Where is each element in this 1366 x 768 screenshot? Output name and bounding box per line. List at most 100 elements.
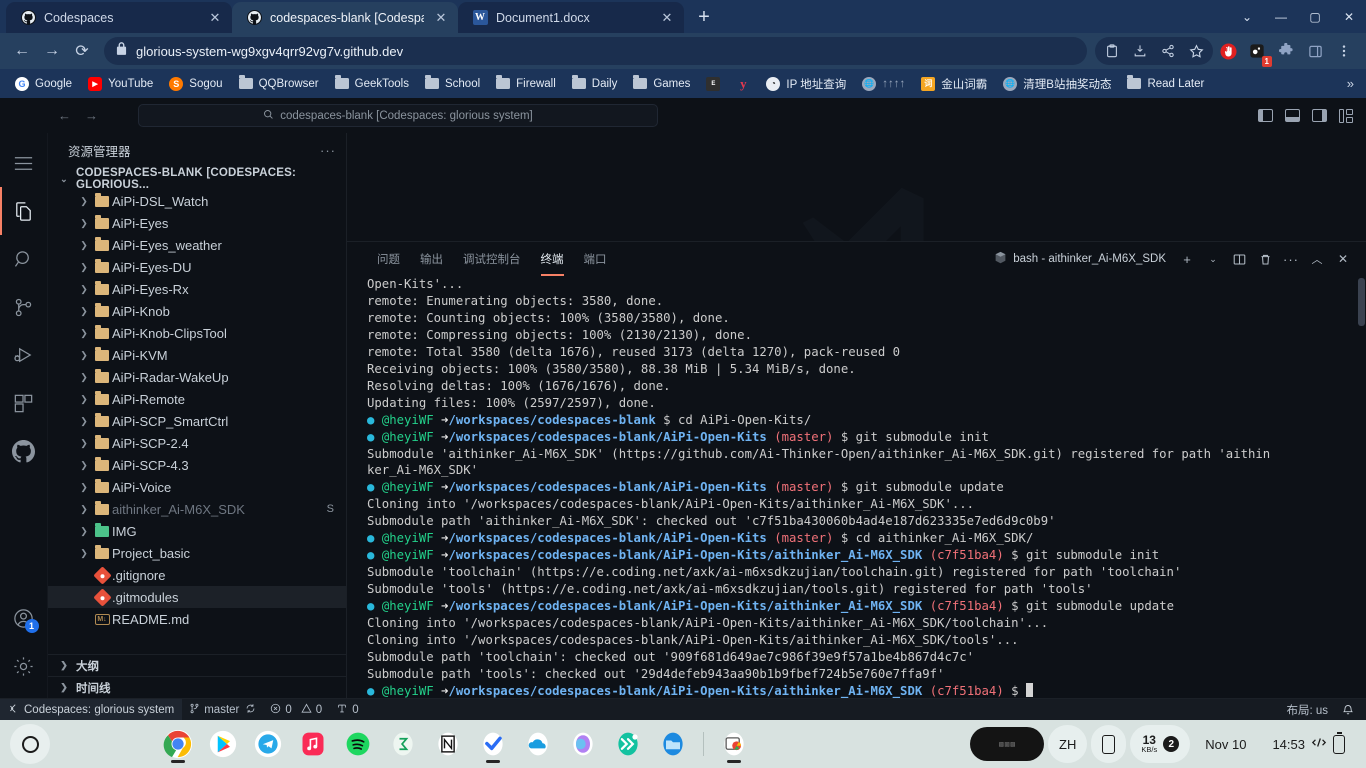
tab-output[interactable]: 输出: [410, 242, 453, 276]
bookmark-school[interactable]: School: [418, 75, 487, 93]
bookmark-read-later[interactable]: Read Later: [1120, 75, 1211, 93]
bookmark-y[interactable]: y: [729, 74, 757, 94]
menu-icon[interactable]: [0, 139, 48, 187]
bookmark-google[interactable]: G Google: [8, 74, 79, 94]
tree-row-aipi-knob[interactable]: ❯ AiPi-Knob: [48, 300, 346, 322]
tab-debug-console[interactable]: 调试控制台: [453, 242, 531, 276]
tree-row-aipi-knob-clipstool[interactable]: ❯ AiPi-Knob-ClipsTool: [48, 322, 346, 344]
new-tab-button[interactable]: +: [690, 3, 718, 31]
maximize-button[interactable]: ▢: [1298, 0, 1332, 33]
tree-row-aipi-radar-wakeup[interactable]: ❯ AiPi-Radar-WakeUp: [48, 366, 346, 388]
minimize-button[interactable]: —: [1264, 0, 1298, 33]
telegram-icon[interactable]: [248, 724, 288, 764]
search-icon[interactable]: [0, 235, 48, 283]
tree-row-img[interactable]: ❯ IMG: [48, 520, 346, 542]
close-panel-icon[interactable]: ✕: [1332, 248, 1354, 270]
tree-row-aipi-scp-43[interactable]: ❯ AiPi-SCP-4.3: [48, 454, 346, 476]
tree-row-aipi-remote[interactable]: ❯ AiPi-Remote: [48, 388, 346, 410]
sidebar-more-actions-icon[interactable]: ···: [320, 143, 336, 158]
network-icon[interactable]: [1311, 736, 1327, 752]
bookmark-sogou[interactable]: S Sogou: [162, 74, 229, 94]
status-ports[interactable]: 0: [329, 703, 365, 717]
tree-row-aithinker-sdk[interactable]: ❯ aithinker_Ai-M6X_SDK S: [48, 498, 346, 520]
close-icon[interactable]: ✕: [658, 9, 676, 27]
close-icon[interactable]: ✕: [206, 9, 224, 27]
source-control-icon[interactable]: [0, 283, 48, 331]
close-window-button[interactable]: ✕: [1332, 0, 1366, 33]
phone-link-icon[interactable]: [1091, 725, 1127, 763]
bookmark-bilibili-cleaner[interactable]: 🌐 清理B站抽奖动态: [996, 73, 1118, 95]
tab-terminal[interactable]: 终端: [531, 242, 574, 276]
chrome-apps-icon[interactable]: [714, 724, 754, 764]
settings-gear-icon[interactable]: [0, 642, 48, 690]
fast-forward-icon[interactable]: [608, 724, 648, 764]
notion-icon[interactable]: [428, 724, 468, 764]
play-store-icon[interactable]: [203, 724, 243, 764]
toggle-secondary-sidebar-icon[interactable]: [1312, 109, 1327, 122]
bookmark-geektools[interactable]: GeekTools: [328, 75, 416, 93]
start-icon[interactable]: [10, 724, 50, 764]
forward-button[interactable]: →: [38, 37, 66, 65]
bell-icon[interactable]: [1335, 704, 1366, 716]
browser-tab-document1[interactable]: W Document1.docx ✕: [458, 2, 684, 33]
network-rate-indicator[interactable]: 13 KB/s 2: [1130, 725, 1191, 763]
toggle-panel-icon[interactable]: [1285, 109, 1300, 122]
go-forward-button[interactable]: →: [85, 108, 98, 123]
back-button[interactable]: ←: [8, 37, 36, 65]
tray-widget[interactable]: ▩▩▩: [970, 727, 1045, 761]
apple-music-icon[interactable]: [293, 724, 333, 764]
tree-row-aipi-eyes[interactable]: ❯ AiPi-Eyes: [48, 212, 346, 234]
bookmark-games[interactable]: Games: [626, 75, 697, 93]
browser-menu-icon[interactable]: [1330, 37, 1358, 65]
battery-icon[interactable]: [1332, 731, 1345, 754]
file-explorer-icon[interactable]: [653, 724, 693, 764]
terminal-scrollbar[interactable]: [1356, 276, 1366, 698]
file-tree[interactable]: ❯ AiPi-DSL_Watch ❯ AiPi-Eyes ❯ AiPi-Eyes_we…: [48, 190, 346, 654]
explorer-icon[interactable]: [0, 187, 48, 235]
browser-tab-codespaces-blank[interactable]: codespaces-blank [Codespaces: ✕: [232, 2, 458, 33]
sidebar-section-timeline[interactable]: ❯ 时间线: [48, 676, 346, 698]
side-panel-icon[interactable]: [1301, 37, 1329, 65]
explorer-root-folder[interactable]: ⌄ CODESPACES-BLANK [CODESPACES: GLORIOUS…: [48, 167, 346, 191]
customize-layout-icon[interactable]: [1339, 109, 1354, 123]
spotify-icon[interactable]: [338, 724, 378, 764]
tree-row-aipi-kvm[interactable]: ❯ AiPi-KVM: [48, 344, 346, 366]
bookmark-arrows[interactable]: 🌐 ↑↑↑↑: [855, 74, 912, 94]
active-terminal-name[interactable]: bash - aithinker_Ai-M6X_SDK: [994, 251, 1172, 267]
address-bar[interactable]: glorious-system-wg9xgv4qrr92vg7v.github.…: [104, 37, 1087, 65]
bookmark-epic[interactable]: E: [699, 74, 727, 94]
extension-badge-icon[interactable]: 1: [1243, 37, 1272, 67]
sync-icon[interactable]: [245, 703, 256, 717]
extensions-icon[interactable]: [0, 379, 48, 427]
terminal-output[interactable]: Open-Kits'... remote: Enumerating object…: [347, 276, 1366, 698]
close-icon[interactable]: ✕: [432, 9, 450, 27]
reload-button[interactable]: ⟳: [68, 37, 96, 65]
toggle-primary-sidebar-icon[interactable]: [1258, 109, 1273, 122]
onedrive-icon[interactable]: [518, 724, 558, 764]
tab-problems[interactable]: 问题: [367, 242, 410, 276]
copilot-icon[interactable]: [563, 724, 603, 764]
tree-row-aipi-scp-smartctrl[interactable]: ❯ AiPi-SCP_SmartCtrl: [48, 410, 346, 432]
chevron-down-icon[interactable]: ⌄: [1230, 0, 1264, 33]
github-icon[interactable]: [0, 427, 48, 475]
bookmark-kingsoft[interactable]: 词 金山词霸: [914, 73, 994, 95]
bookmark-daily[interactable]: Daily: [565, 75, 625, 93]
share-icon[interactable]: [1154, 37, 1182, 65]
bookmark-qqbrowser[interactable]: QQBrowser: [232, 75, 326, 93]
tab-ports[interactable]: 端口: [574, 242, 617, 276]
download-icon[interactable]: [1126, 37, 1154, 65]
new-terminal-icon[interactable]: +: [1176, 248, 1198, 270]
tree-row-aipi-voice[interactable]: ❯ AiPi-Voice: [48, 476, 346, 498]
kill-terminal-icon[interactable]: [1254, 248, 1276, 270]
adblock-icon[interactable]: [1214, 37, 1242, 65]
status-problems[interactable]: 0 0: [263, 703, 329, 717]
accounts-icon[interactable]: 1: [0, 594, 48, 642]
status-remote-indicator[interactable]: Codespaces: glorious system: [0, 698, 183, 721]
status-keyboard-layout[interactable]: 布局: us: [1279, 702, 1335, 718]
tree-row-project-basic[interactable]: ❯ Project_basic: [48, 542, 346, 564]
terminal-dropdown-icon[interactable]: ⌄: [1202, 248, 1224, 270]
tree-row-gitmodules[interactable]: .gitmodules: [48, 586, 346, 608]
quick-input-bar[interactable]: codespaces-blank [Codespaces: glorious s…: [138, 104, 658, 127]
split-terminal-icon[interactable]: [1228, 248, 1250, 270]
tree-row-aipi-eyes-rx[interactable]: ❯ AiPi-Eyes-Rx: [48, 278, 346, 300]
